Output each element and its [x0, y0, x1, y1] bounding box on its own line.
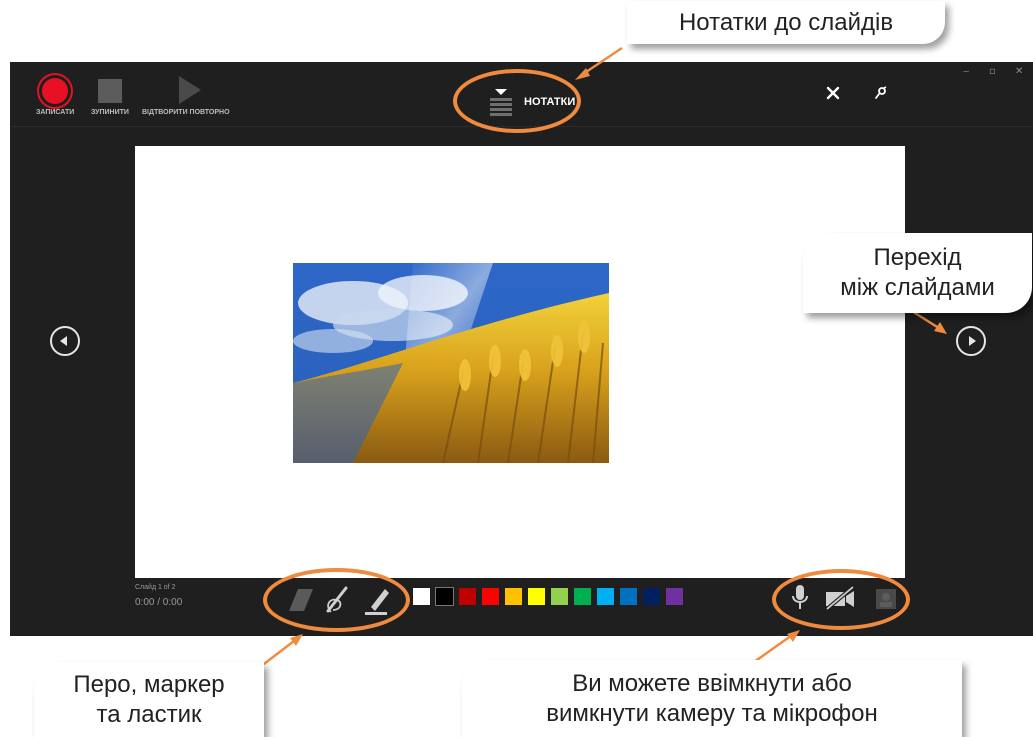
pen-tools-callout-line1: Перо, маркер: [73, 670, 225, 698]
media-callout: Ви можете ввімкнути або вимкнути камеру …: [462, 660, 962, 737]
navigation-callout-line2: між слайдами: [840, 274, 995, 301]
notes-callout-text: Нотатки до слайдів: [678, 8, 894, 36]
pen-tools-callout-line2: та ластик: [96, 700, 202, 728]
callout-arrows: [255, 46, 947, 671]
media-callout-line1: Ви можете ввімкнути або: [572, 669, 852, 697]
navigation-callout-line1: Перехід: [873, 244, 962, 271]
media-callout-line2: вимкнути камеру та мікрофон: [546, 699, 878, 727]
pen-tools-callout: Перо, маркер та ластик: [34, 662, 264, 737]
navigation-callout: Перехід між слайдами: [803, 233, 1032, 313]
notes-callout: Нотатки до слайдів: [627, 1, 945, 44]
